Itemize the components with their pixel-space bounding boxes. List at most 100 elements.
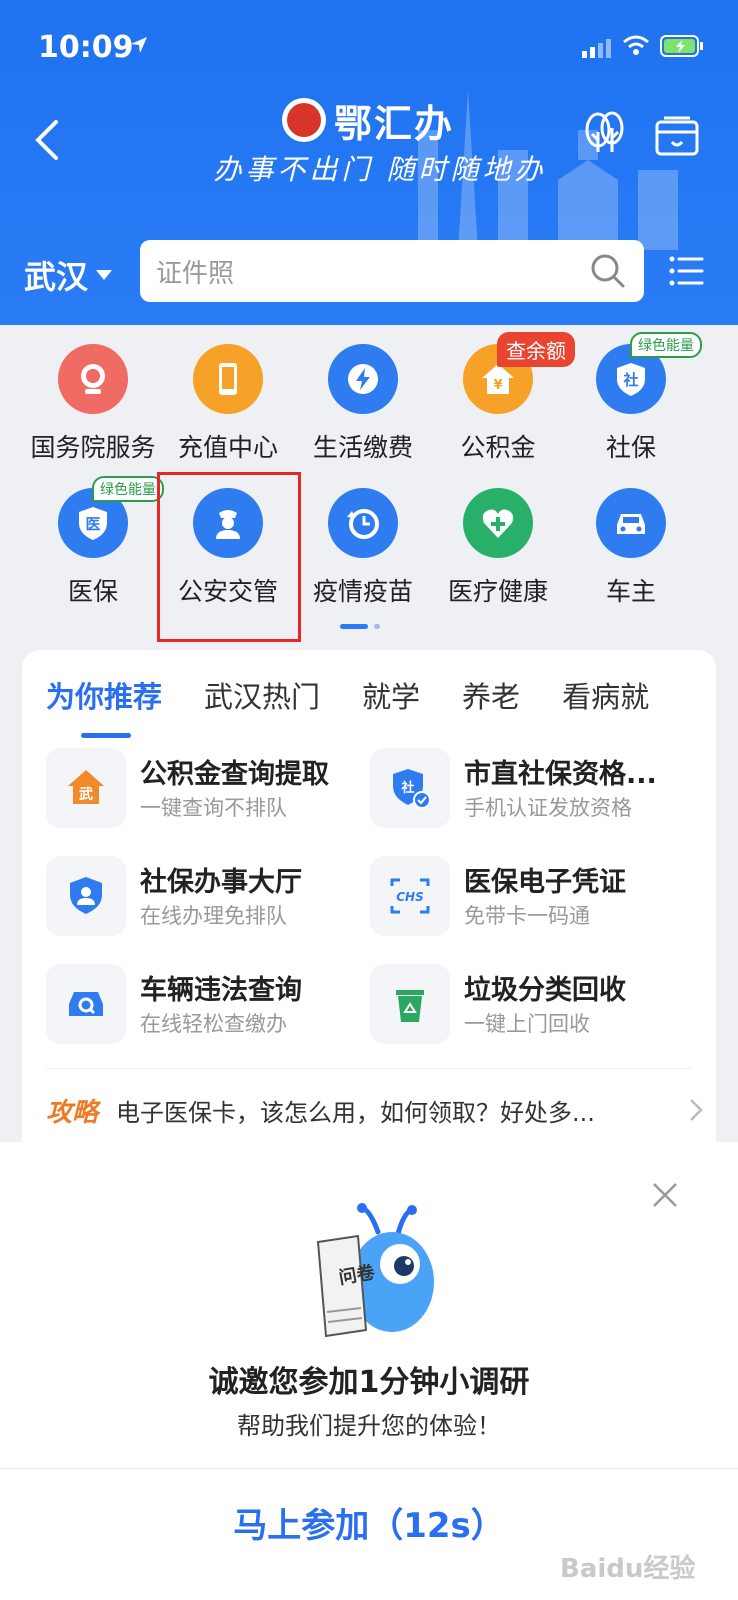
tab-recommend[interactable]: 为你推荐	[46, 674, 162, 738]
status-bar: 10:09	[0, 0, 738, 90]
card-package-icon[interactable]	[654, 116, 700, 158]
svg-text:武: 武	[79, 786, 93, 803]
page-indicator	[340, 624, 380, 629]
grid-label: 疫情疫苗	[312, 577, 413, 606]
app-logo: 鄂汇办	[282, 92, 454, 148]
svg-text:CHS: CHS	[396, 890, 424, 904]
tab-wuhan-hot[interactable]: 武汉热门	[204, 674, 320, 716]
search-box[interactable]: 证件照	[140, 240, 644, 302]
grid-item-car-owner[interactable]: 车主	[566, 488, 696, 608]
service-subtitle: 手机认证发放资格	[464, 796, 632, 820]
category-tabs: 为你推荐 武汉热门 就学 养老 看病就	[46, 674, 716, 744]
chevron-right-icon	[690, 1099, 703, 1121]
status-time: 10:09	[38, 30, 134, 65]
car-search-icon	[46, 964, 126, 1044]
tab-education[interactable]: 就学	[362, 674, 420, 716]
grid-label: 车主	[605, 577, 656, 606]
service-item[interactable]: CHS 医保电子凭证 免带卡一码通	[370, 856, 690, 936]
service-subtitle: 在线轻松查缴办	[140, 1012, 287, 1036]
service-subtitle: 在线办理免排队	[140, 904, 287, 928]
recycle-bin-icon	[370, 964, 450, 1044]
wifi-icon	[623, 35, 649, 55]
divider	[46, 1068, 692, 1069]
location-arrow-icon	[131, 37, 147, 53]
grid-item-housing-fund[interactable]: ¥ 公积金 查余额	[433, 332, 575, 464]
grid-label: 公积金	[460, 433, 536, 462]
phone-icon	[193, 344, 263, 414]
balance-badge[interactable]: 查余额	[497, 332, 575, 367]
service-item[interactable]: 垃圾分类回收 一键上门回收	[370, 964, 690, 1044]
tab-hospital[interactable]: 看病就	[562, 674, 649, 716]
clock-icon	[328, 488, 398, 558]
service-title: 医保电子凭证	[464, 867, 626, 898]
back-arrow-icon[interactable]	[30, 118, 70, 162]
svg-text:社: 社	[400, 780, 414, 796]
house-fund-icon: 武	[46, 748, 126, 828]
state-council-icon	[58, 344, 128, 414]
grid-item-medical-insurance[interactable]: 医 医保 绿色能量	[28, 476, 164, 608]
city-name: 武汉	[24, 258, 89, 296]
app-slogan: 办事不出门 随时随地办	[213, 153, 547, 186]
survey-subtitle: 帮助我们提升您的体验！	[237, 1412, 501, 1440]
lightning-icon	[328, 344, 398, 414]
page-dot	[374, 624, 380, 629]
grid-item-state-council[interactable]: 国务院服务	[28, 344, 158, 464]
green-energy-badge: 绿色能量	[630, 332, 702, 358]
service-subtitle: 一键上门回收	[464, 1012, 590, 1036]
emblem-icon	[282, 98, 326, 142]
service-title: 车辆违法查询	[140, 975, 302, 1006]
grid-label: 医疗健康	[447, 577, 548, 606]
service-title: 公积金查询提取	[140, 759, 329, 790]
mascot-survey-icon: 问卷	[316, 1203, 434, 1338]
grid-label: 医保	[67, 577, 118, 606]
service-subtitle: 一键查询不排队	[140, 796, 287, 820]
service-item[interactable]: 社保办事大厅 在线办理免排队	[46, 856, 366, 936]
guide-tag: 攻略	[46, 1097, 99, 1128]
survey-popup: 问卷 诚邀您参加1分钟小调研 帮助我们提升您的体验！ 马上参加（12s）	[0, 1142, 738, 1600]
svg-text:¥: ¥	[493, 378, 502, 393]
menu-list-icon[interactable]	[668, 253, 704, 289]
highlight-box	[157, 472, 301, 642]
grid-item-vaccine[interactable]: 疫情疫苗	[298, 488, 428, 608]
svg-text:医: 医	[85, 515, 100, 533]
shield-check-icon: 社	[370, 748, 450, 828]
page-dot-active	[340, 624, 368, 629]
shield-user-icon	[46, 856, 126, 936]
signal-icon	[582, 39, 611, 58]
tab-elderly[interactable]: 养老	[462, 674, 520, 716]
green-energy-badge: 绿色能量	[92, 476, 164, 502]
guide-text: 电子医保卡，该怎么用，如何领取？好处多...	[116, 1098, 595, 1127]
recommend-card: 为你推荐 武汉热门 就学 养老 看病就 武 公积金查询提取 一键查询不排队 社 市直社保…	[22, 650, 716, 1170]
survey-title: 诚邀您参加1分钟小调研	[208, 1365, 530, 1400]
guide-tip[interactable]: 攻略 电子医保卡，该怎么用，如何领取？好处多...	[46, 1090, 706, 1130]
tree-icon[interactable]	[580, 110, 630, 160]
search-input[interactable]: 证件照	[156, 253, 590, 290]
service-title: 市直社保资格...	[464, 759, 657, 790]
service-item[interactable]: 车辆违法查询 在线轻松查缴办	[46, 964, 366, 1044]
grid-label: 国务院服务	[30, 433, 156, 462]
grid-item-healthcare[interactable]: 医疗健康	[433, 488, 563, 608]
join-survey-button[interactable]: 马上参加（12s）	[0, 1498, 738, 1547]
close-icon[interactable]	[652, 1182, 678, 1208]
caret-down-icon	[96, 270, 113, 280]
service-title: 垃圾分类回收	[464, 975, 626, 1006]
grid-item-recharge[interactable]: 充值中心	[163, 344, 293, 464]
watermark: Baidu经验	[560, 1554, 696, 1584]
grid-item-social-security[interactable]: 社 社保 绿色能量	[566, 332, 702, 464]
app-header: 10:09 鄂汇办 办事不出门 随时随地办 武汉 证件照	[0, 0, 738, 325]
app-name: 鄂汇办	[334, 100, 455, 146]
service-item[interactable]: 武 公积金查询提取 一键查询不排队	[46, 748, 366, 828]
svg-text:社: 社	[622, 371, 638, 389]
chs-icon: CHS	[370, 856, 450, 936]
service-title: 社保办事大厅	[140, 867, 302, 898]
city-selector[interactable]: 武汉	[24, 252, 113, 298]
grid-label: 充值中心	[177, 433, 278, 462]
grid-item-utilities[interactable]: 生活缴费	[298, 344, 428, 464]
service-subtitle: 免带卡一码通	[464, 904, 590, 928]
health-icon	[463, 488, 533, 558]
grid-label: 生活缴费	[312, 433, 413, 462]
grid-label: 社保	[605, 433, 656, 462]
service-item[interactable]: 社 市直社保资格... 手机认证发放资格	[370, 748, 690, 828]
search-icon[interactable]	[590, 253, 626, 289]
car-icon	[596, 488, 666, 558]
